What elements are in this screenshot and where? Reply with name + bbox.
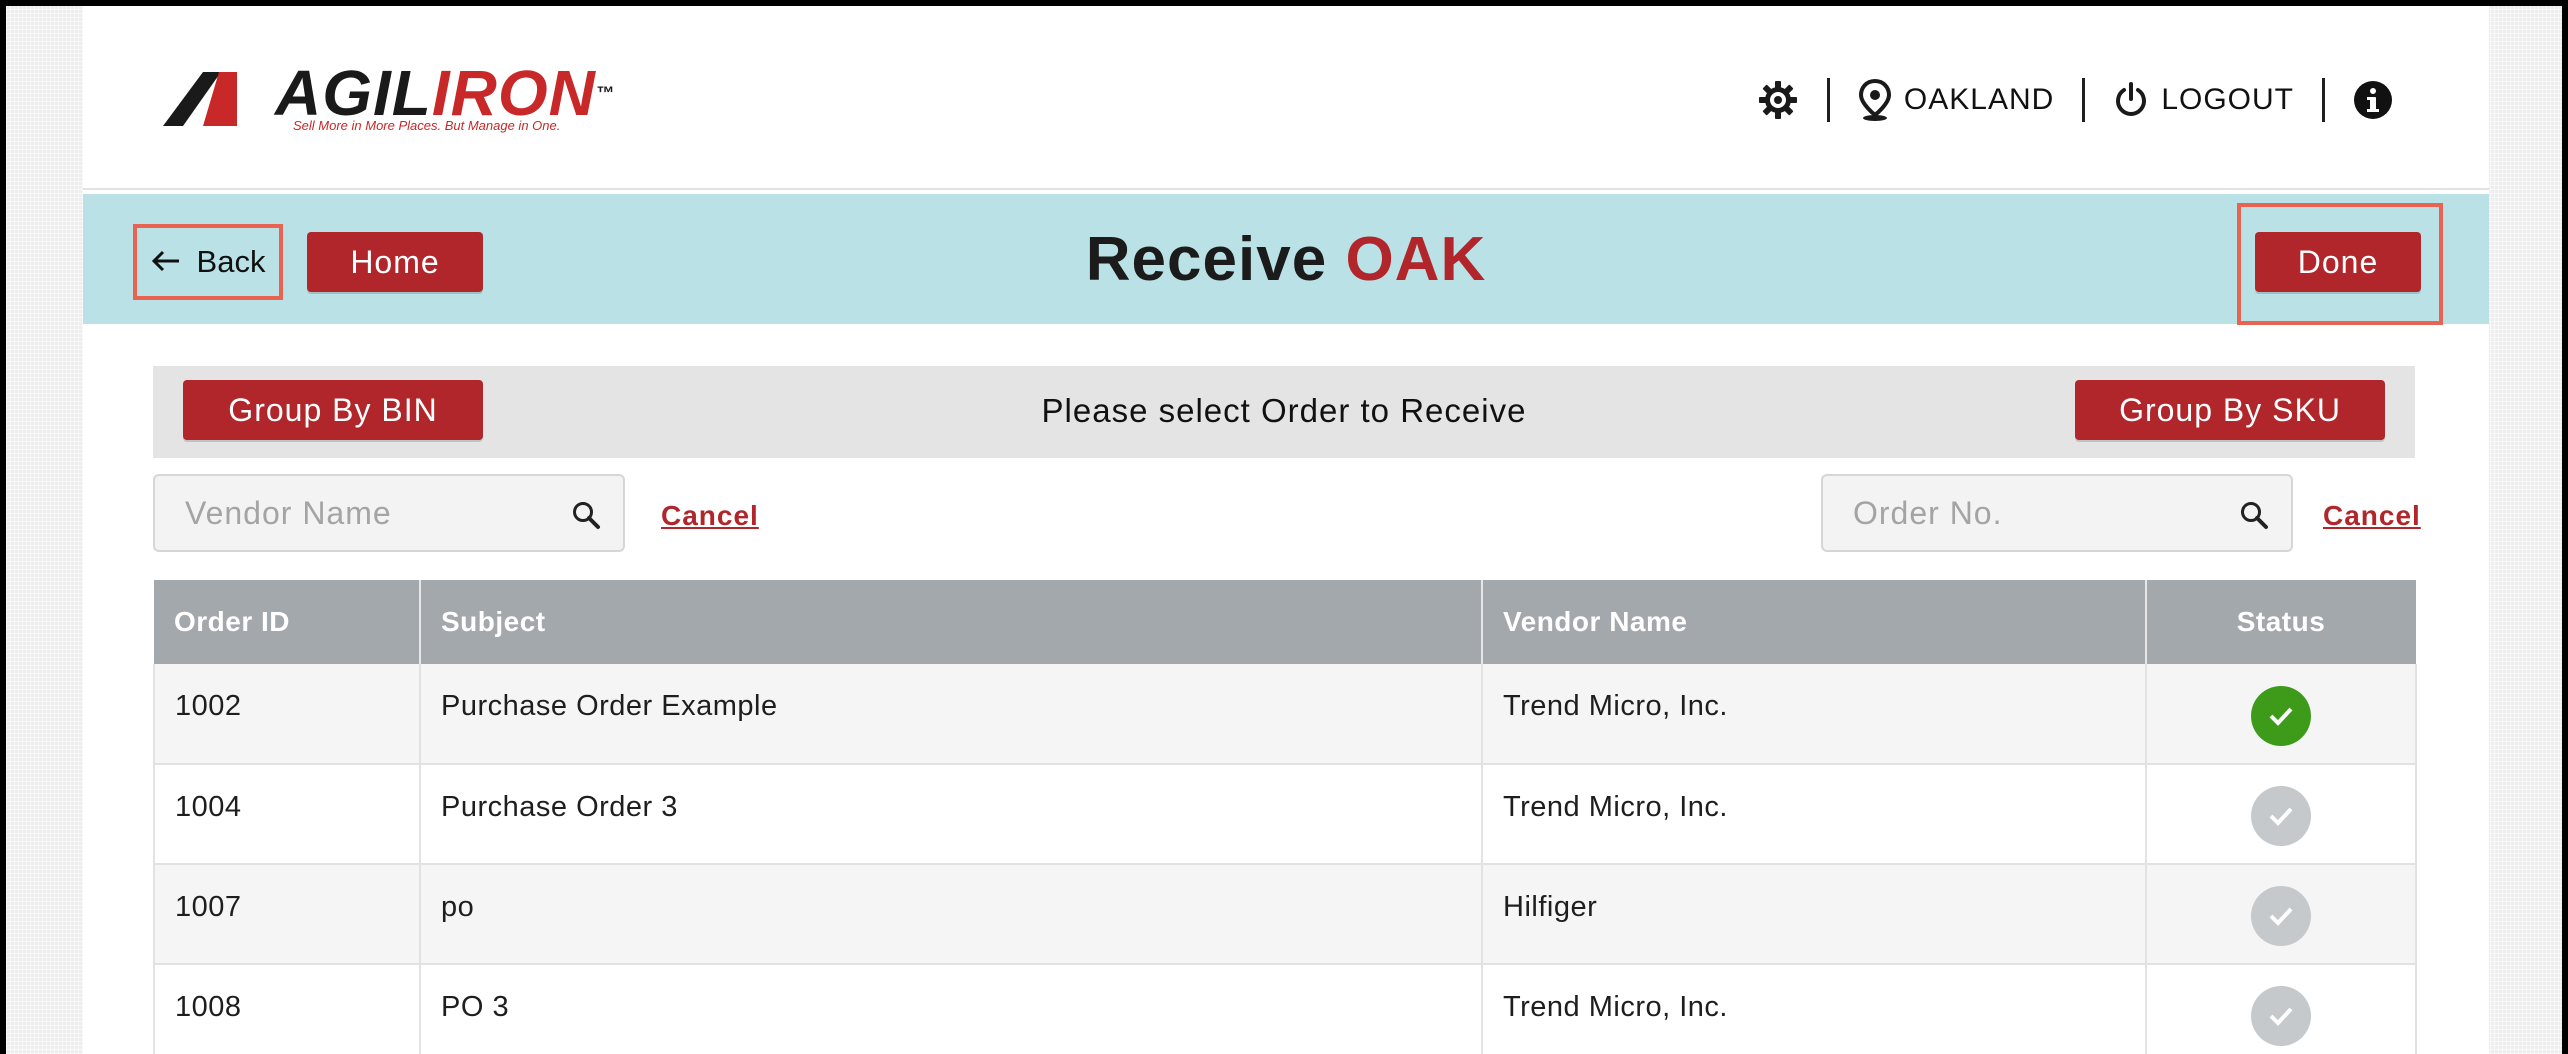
column-header-vendor-name[interactable]: Vendor Name: [1482, 580, 2147, 664]
logo-trademark: ™: [595, 83, 615, 103]
page-title: Receive OAK: [83, 224, 2489, 295]
status-cell: [2146, 864, 2417, 965]
vendor-cell: Trend Micro, Inc.: [1482, 964, 2147, 1054]
nav-divider: [2322, 78, 2325, 122]
location-label: OAKLAND: [1903, 83, 2055, 116]
status-pending-check-icon: [2251, 886, 2311, 946]
status-cell: [2146, 964, 2417, 1054]
page-title-text: Receive: [1085, 225, 1328, 294]
page-title-location: OAK: [1345, 225, 1487, 294]
table-row[interactable]: 1007 po Hilfiger: [153, 864, 2417, 965]
agiliron-logo[interactable]: AGILIRON™ Sell More in More Places. But …: [163, 58, 623, 134]
group-by-sku-button[interactable]: Group By SKU: [2075, 380, 2385, 440]
table-row[interactable]: 1002 Purchase Order Example Trend Micro,…: [153, 664, 2417, 765]
map-pin-icon: [1858, 79, 1892, 121]
vendor-search-cancel-link[interactable]: Cancel: [661, 500, 759, 532]
order-search-box: [1821, 474, 2293, 552]
logo-mark-icon: [163, 72, 237, 126]
table-row[interactable]: 1008 PO 3 Trend Micro, Inc.: [153, 964, 2417, 1054]
status-cell: [2146, 764, 2417, 865]
vendor-cell: Trend Micro, Inc.: [1482, 664, 2147, 765]
order-id-cell: 1002: [153, 664, 421, 765]
vendor-cell: Trend Micro, Inc.: [1482, 764, 2147, 865]
order-search-input[interactable]: [1823, 476, 2291, 550]
nav-divider: [2082, 78, 2086, 122]
status-pending-check-icon: [2251, 786, 2311, 846]
top-header: AGILIRON™ Sell More in More Places. But …: [83, 6, 2489, 190]
title-bar: Back Home Receive OAK Done: [83, 194, 2489, 325]
app-page: AGILIRON™ Sell More in More Places. But …: [83, 6, 2489, 1054]
search-icon[interactable]: [2239, 500, 2269, 535]
status-cell: [2146, 664, 2417, 765]
gear-icon[interactable]: [1757, 79, 1799, 121]
nav-divider: [1826, 78, 1830, 122]
column-header-status[interactable]: Status: [2146, 580, 2416, 664]
header-nav: OAKLAND LOGOUT: [1757, 70, 2393, 130]
group-bar: Group By BIN Please select Order to Rece…: [153, 366, 2415, 458]
order-id-cell: 1008: [153, 964, 421, 1054]
table-row[interactable]: 1004 Purchase Order 3 Trend Micro, Inc.: [153, 764, 2417, 865]
logout-button[interactable]: LOGOUT: [2113, 81, 2294, 119]
power-icon: [2113, 81, 2149, 119]
screen-frame: AGILIRON™ Sell More in More Places. But …: [6, 6, 2562, 1054]
status-pending-check-icon: [2251, 986, 2311, 1046]
subject-cell: Purchase Order 3: [420, 764, 1483, 865]
vendor-search-box: [153, 474, 625, 552]
logout-label: LOGOUT: [2161, 83, 2294, 116]
order-search-cancel-link[interactable]: Cancel: [2323, 500, 2421, 532]
subject-cell: po: [420, 864, 1483, 965]
subject-cell: PO 3: [420, 964, 1483, 1054]
status-complete-check-icon: [2251, 685, 2311, 746]
info-icon[interactable]: [2353, 80, 2393, 120]
order-id-cell: 1004: [153, 764, 421, 865]
column-header-subject[interactable]: Subject: [420, 580, 1483, 664]
location-selector[interactable]: OAKLAND: [1858, 79, 2054, 121]
done-button[interactable]: Done: [2255, 232, 2421, 292]
orders-table: Order ID Subject Vendor Name Status 1002…: [153, 580, 2417, 1054]
vendor-search-input[interactable]: [155, 476, 623, 550]
logo-tagline: Sell More in More Places. But Manage in …: [293, 118, 561, 133]
column-header-order-id[interactable]: Order ID: [154, 580, 421, 664]
search-icon[interactable]: [571, 500, 601, 535]
table-header-row: Order ID Subject Vendor Name Status: [154, 580, 2416, 664]
vendor-cell: Hilfiger: [1482, 864, 2147, 965]
subject-cell: Purchase Order Example: [420, 664, 1483, 765]
order-id-cell: 1007: [153, 864, 421, 965]
